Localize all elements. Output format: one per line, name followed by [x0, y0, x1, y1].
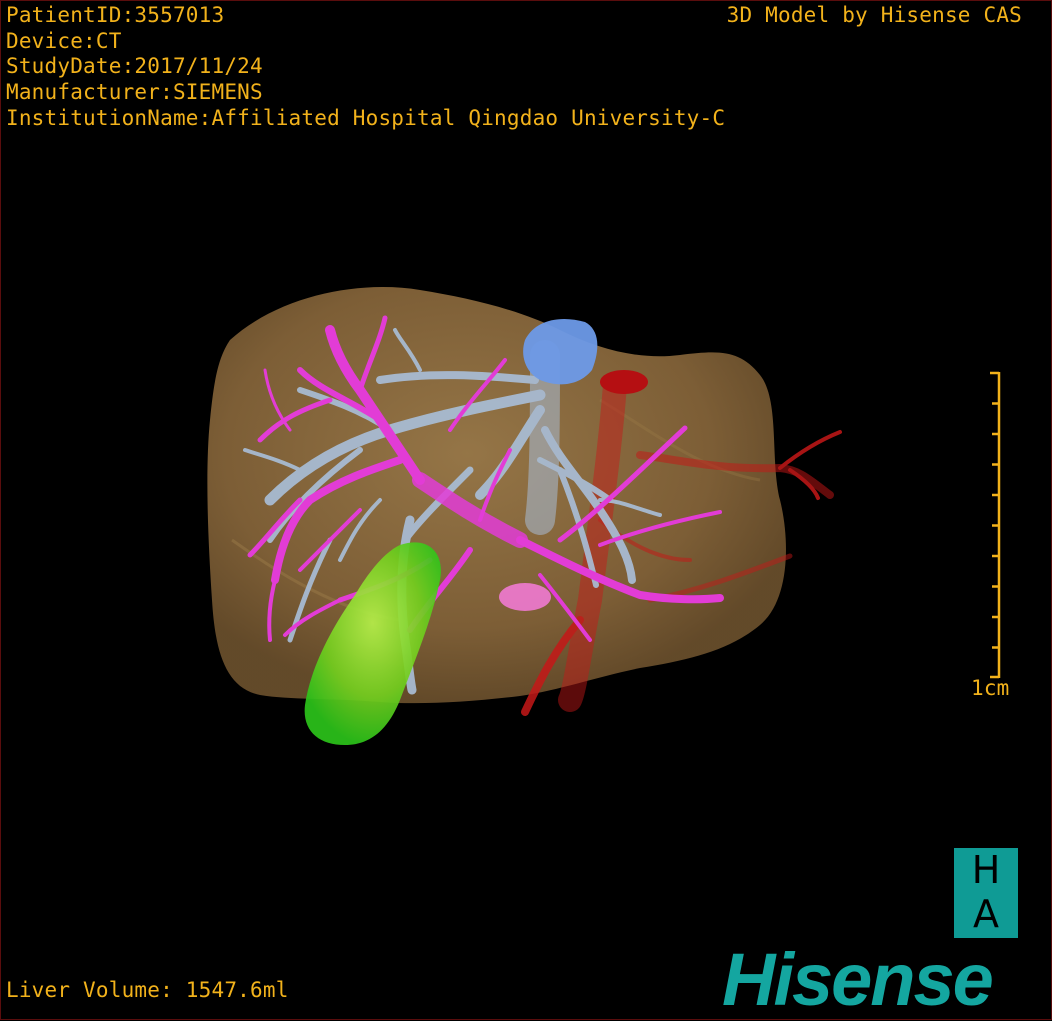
liver-3d-model[interactable]: [0, 0, 1052, 1020]
aorta-top: [600, 370, 648, 394]
scale-bar-label: 1cm: [971, 676, 1010, 700]
lesion: [499, 583, 551, 611]
study-date: StudyDate:2017/11/24: [6, 54, 263, 79]
hisense-logo: Hisense: [722, 938, 994, 1021]
manufacturer: Manufacturer:SIEMENS: [6, 80, 263, 105]
ha-logo-bottom: A: [973, 892, 999, 936]
study-info: PatientID:3557013 Device:CT StudyDate:2017…: [6, 3, 725, 132]
ivc-top: [523, 319, 598, 385]
liver-surface: [207, 287, 786, 704]
ha-logo: H A: [954, 848, 1018, 938]
scale-bar: [990, 371, 1001, 679]
model-credit: 3D Model by Hisense CAS: [726, 3, 1022, 27]
device: Device:CT: [6, 28, 122, 53]
institution-name: InstitutionName:Affiliated Hospital Qing…: [6, 105, 726, 130]
patient-id: PatientID:3557013: [6, 3, 225, 27]
ha-logo-top: H: [971, 848, 1001, 892]
liver-volume: Liver Volume: 1547.6ml: [6, 978, 289, 1003]
